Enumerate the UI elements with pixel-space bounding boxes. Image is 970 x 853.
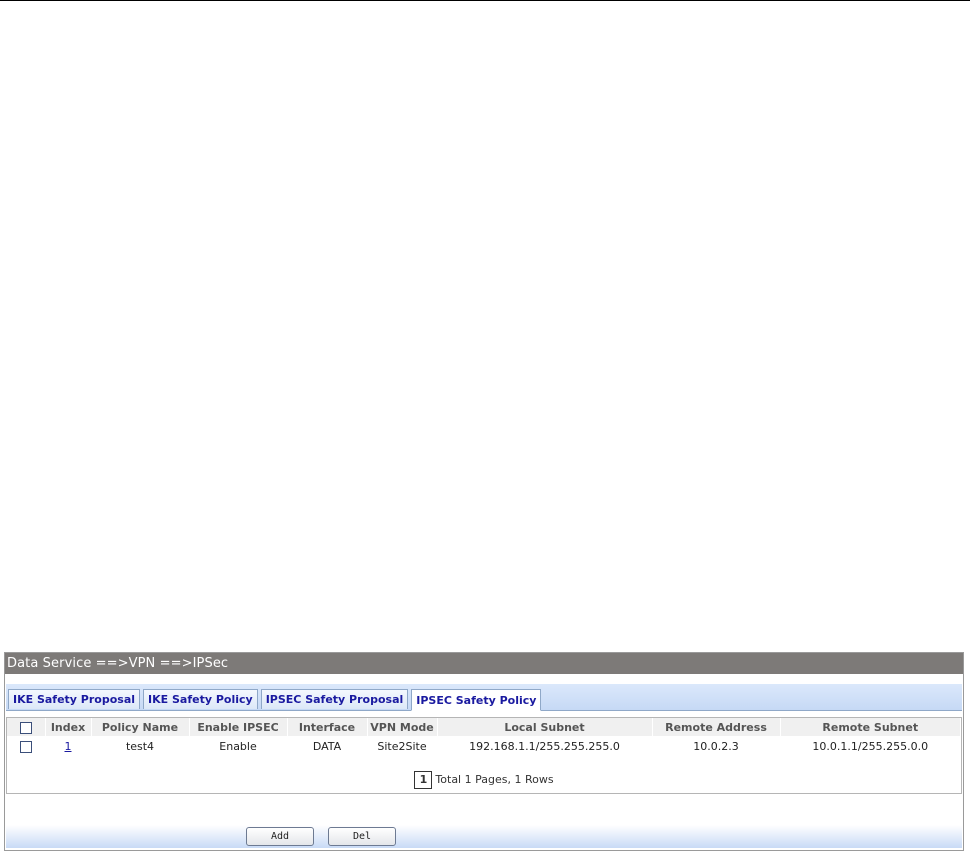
select-all-header — [7, 718, 46, 736]
index-link[interactable]: 1 — [65, 740, 72, 753]
cell-policy-name: test4 — [125, 739, 155, 753]
policy-table: Index Policy Name Enable IPSEC Interface… — [7, 718, 961, 756]
policy-table-container: Index Policy Name Enable IPSEC Interface… — [6, 717, 962, 794]
ipsec-panel: Data Service ==>VPN ==>IPSec IKE Safety … — [4, 652, 964, 851]
pager-summary: Total 1 Pages, 1 Rows — [435, 773, 554, 786]
breadcrumb: Data Service ==>VPN ==>IPSec — [5, 653, 963, 674]
tab-ike-safety-proposal[interactable]: IKE Safety Proposal — [8, 689, 141, 709]
col-header-policy-name: Policy Name — [91, 718, 190, 736]
col-header-index: Index — [45, 718, 92, 736]
page-number-button[interactable]: 1 — [414, 771, 433, 789]
select-all-checkbox[interactable] — [19, 721, 32, 734]
col-header-interface: Interface — [287, 718, 368, 736]
add-button[interactable]: Add — [246, 827, 314, 846]
col-header-enable-ipsec: Enable IPSEC — [189, 718, 288, 736]
row-checkbox[interactable] — [20, 740, 32, 753]
col-header-vpn-mode: VPN Mode — [367, 718, 438, 736]
cell-vpn-mode: Site2Site — [377, 739, 427, 753]
cell-local-subnet: 192.168.1.1/255.255.255.0 — [469, 739, 620, 753]
cell-enable-ipsec: Enable — [219, 739, 257, 753]
cell-remote-address: 10.0.2.3 — [693, 739, 739, 753]
pager: 1 Total 1 Pages, 1 Rows — [7, 771, 961, 789]
cell-remote-subnet: 10.0.1.1/255.255.0.0 — [812, 739, 929, 753]
row-select-cell — [7, 736, 45, 756]
del-button[interactable]: Del — [328, 827, 396, 846]
top-rule — [0, 0, 970, 1]
tab-ipsec-safety-policy[interactable]: IPSEC Safety Policy — [411, 689, 542, 711]
table-row: 1 test4 Enable DATA Site2Site 192.168.1.… — [7, 736, 961, 756]
cell-interface: DATA — [312, 739, 342, 753]
col-header-local-subnet: Local Subnet — [437, 718, 653, 736]
table-header-row: Index Policy Name Enable IPSEC Interface… — [7, 718, 961, 736]
col-header-remote-address: Remote Address — [652, 718, 781, 736]
tab-strip: IKE Safety Proposal IKE Safety Policy IP… — [6, 684, 962, 711]
tab-ike-safety-policy[interactable]: IKE Safety Policy — [143, 689, 258, 709]
button-bar: Add Del — [6, 825, 962, 848]
tab-list: IKE Safety Proposal IKE Safety Policy IP… — [8, 689, 544, 711]
tab-ipsec-safety-proposal[interactable]: IPSEC Safety Proposal — [260, 689, 409, 709]
col-header-remote-subnet: Remote Subnet — [780, 718, 961, 736]
cell-index: 1 — [45, 736, 91, 756]
